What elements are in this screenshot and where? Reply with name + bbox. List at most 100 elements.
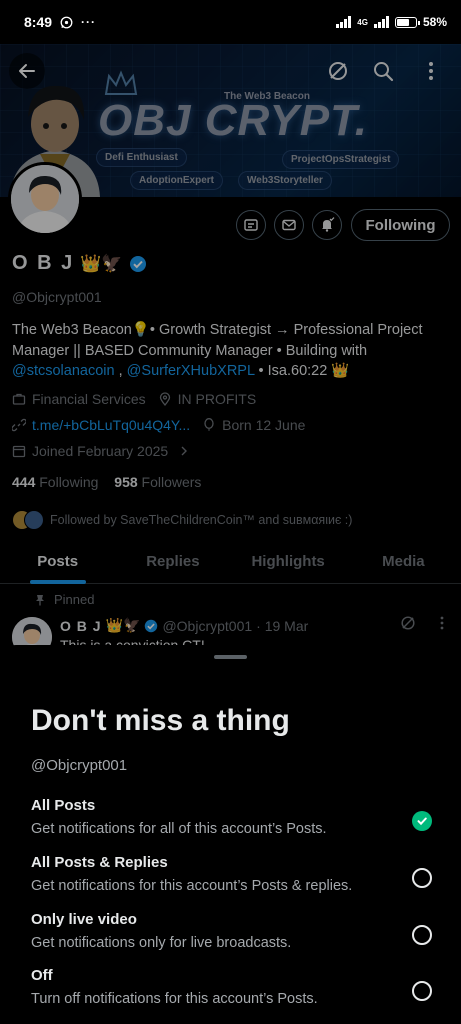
option-all-posts[interactable]: All Posts Get notifications for all of t… bbox=[31, 797, 436, 847]
post-header: O B J 👑🦅 @Objcrypt001 · 19 Mar bbox=[60, 617, 308, 634]
signal-icon bbox=[336, 16, 352, 28]
post-author-handle: @Objcrypt001 bbox=[162, 617, 253, 634]
arrow-left-icon bbox=[19, 64, 35, 78]
option-title: All Posts & Replies bbox=[31, 854, 168, 871]
follow-counts: 444 Following 958 Followers bbox=[12, 474, 201, 490]
name-emoji: 👑🦅 bbox=[80, 253, 123, 273]
more-notifications-icon: ··· bbox=[81, 15, 97, 29]
option-off[interactable]: Off Turn off notifications for this acco… bbox=[31, 967, 436, 1017]
following-label: Following bbox=[39, 474, 99, 490]
profile-link[interactable]: t.me/+bCbLuTq0u4Q4Y... bbox=[32, 417, 190, 433]
profile-meta-row: t.me/+bCbLuTq0u4Q4Y... Born 12 June bbox=[12, 417, 305, 433]
sheet-drag-handle[interactable] bbox=[214, 655, 247, 659]
radio-unselected[interactable] bbox=[412, 868, 432, 888]
profile-joined: Joined February 2025 bbox=[32, 443, 169, 459]
tab-replies[interactable]: Replies bbox=[115, 540, 230, 583]
back-button[interactable] bbox=[9, 53, 45, 89]
profile-avatar[interactable] bbox=[8, 162, 82, 236]
grok-slash-icon bbox=[329, 62, 347, 80]
option-description: Get notifications only for live broadcas… bbox=[31, 935, 292, 951]
following-button[interactable]: Following bbox=[351, 209, 450, 241]
pinned-indicator: Pinned bbox=[34, 592, 94, 607]
vertical-dots-icon bbox=[429, 62, 433, 80]
calendar-icon bbox=[12, 445, 26, 458]
sheet-handle: @Objcrypt001 bbox=[31, 757, 128, 774]
balloon-icon bbox=[204, 418, 214, 431]
sheet-title: Don't miss a thing bbox=[31, 704, 290, 737]
profile-meta-row: Financial Services IN PROFITS bbox=[12, 391, 256, 407]
notifications-sheet: Don't miss a thing @Objcrypt001 All Post… bbox=[0, 645, 461, 1024]
battery-level bbox=[396, 18, 409, 26]
status-bar: 8:49 ··· 4G 58% bbox=[0, 0, 461, 44]
post-date: · 19 Mar bbox=[256, 617, 309, 634]
followers-count: 958 bbox=[114, 474, 138, 490]
profile-tabs: Posts Replies Highlights Media bbox=[0, 540, 461, 584]
mutual-avatars bbox=[12, 510, 44, 530]
bio-separator: , bbox=[114, 363, 127, 379]
profile-joined-row[interactable]: Joined February 2025 bbox=[12, 443, 190, 459]
followers-count-link[interactable]: 958 Followers bbox=[114, 474, 201, 490]
search-icon bbox=[374, 62, 394, 82]
clock: 8:49 bbox=[24, 14, 53, 30]
network-label: 4G bbox=[357, 17, 368, 27]
subscribe-button[interactable] bbox=[236, 210, 266, 240]
option-title: Off bbox=[31, 967, 53, 984]
bio-text: The Web3 Beacon💡• Growth Strategist → Pr… bbox=[12, 322, 423, 359]
vertical-dots-icon bbox=[440, 616, 444, 630]
tab-posts[interactable]: Posts bbox=[0, 540, 115, 583]
chevron-right-icon bbox=[181, 446, 188, 456]
option-only-live-video[interactable]: Only live video Get notifications only f… bbox=[31, 911, 436, 961]
signal-2-icon bbox=[373, 16, 389, 28]
mutual-avatar bbox=[24, 510, 44, 530]
profile-location: IN PROFITS bbox=[177, 391, 257, 407]
more-options-button[interactable] bbox=[417, 57, 445, 85]
option-description: Turn off notifications for this account’… bbox=[31, 991, 318, 1007]
profile-name-row: O B J 👑🦅 bbox=[12, 252, 147, 275]
post-author-name: O B J bbox=[60, 617, 102, 634]
profile-bio: The Web3 Beacon💡• Growth Strategist → Pr… bbox=[12, 320, 452, 382]
option-all-posts-replies[interactable]: All Posts & Replies Get notifications fo… bbox=[31, 854, 436, 904]
verified-badge-icon bbox=[145, 619, 158, 632]
envelope-icon bbox=[282, 219, 296, 231]
bell-check-icon bbox=[322, 217, 335, 232]
post-grok-button[interactable] bbox=[396, 611, 420, 635]
briefcase-icon bbox=[12, 393, 26, 405]
option-title: Only live video bbox=[31, 911, 137, 928]
profile-handle: @Objcrypt001 bbox=[12, 289, 102, 305]
verified-badge-icon bbox=[129, 255, 146, 272]
bio-tail: • Isa.60:22 👑 bbox=[254, 363, 350, 379]
link-icon bbox=[12, 418, 26, 432]
pin-icon bbox=[36, 594, 44, 605]
following-count-link[interactable]: 444 Following bbox=[12, 474, 98, 490]
followed-by-row[interactable]: Followed by SaveTheChildrenCoin™ and suʙ… bbox=[12, 510, 352, 530]
option-description: Get notifications for this account’s Pos… bbox=[31, 878, 353, 894]
profile-category: Financial Services bbox=[32, 391, 146, 407]
search-button[interactable] bbox=[369, 57, 397, 85]
post-more-button[interactable] bbox=[430, 611, 454, 635]
bio-mention-link[interactable]: @stcsolanacoin bbox=[12, 363, 115, 379]
grok-button[interactable] bbox=[324, 57, 352, 85]
check-icon bbox=[417, 817, 427, 826]
tab-highlights[interactable]: Highlights bbox=[231, 540, 346, 583]
radio-unselected[interactable] bbox=[412, 925, 432, 945]
radio-unselected[interactable] bbox=[412, 981, 432, 1001]
post-author-emoji: 👑🦅 bbox=[105, 617, 141, 633]
subscriptions-icon bbox=[244, 219, 258, 231]
followed-by-text: Followed by SaveTheChildrenCoin™ and suʙ… bbox=[50, 513, 353, 527]
notifications-button[interactable] bbox=[312, 210, 342, 240]
bio-mention-link[interactable]: @SurferXHubXRPL bbox=[127, 363, 255, 379]
following-count: 444 bbox=[12, 474, 36, 490]
profile-birthday: Born 12 June bbox=[222, 417, 306, 433]
pinned-label: Pinned bbox=[54, 592, 95, 607]
location-pin-icon bbox=[159, 392, 170, 406]
radio-selected[interactable] bbox=[412, 811, 432, 831]
profile-name: O B J bbox=[12, 252, 75, 274]
battery-percent: 58% bbox=[422, 15, 447, 29]
tab-media[interactable]: Media bbox=[346, 540, 461, 583]
followers-label: Followers bbox=[141, 474, 202, 490]
whatsapp-icon bbox=[60, 16, 73, 28]
grok-slash-icon bbox=[401, 616, 415, 630]
message-button[interactable] bbox=[274, 210, 304, 240]
avatar-art bbox=[11, 165, 79, 233]
option-description: Get notifications for all of this accoun… bbox=[31, 821, 327, 837]
